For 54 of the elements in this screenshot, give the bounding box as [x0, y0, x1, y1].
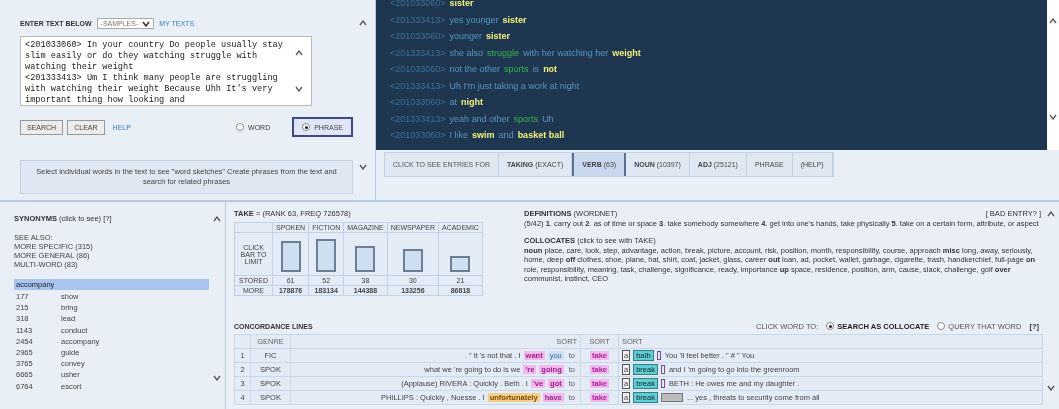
- scroll-down-icon[interactable]: [295, 86, 303, 92]
- speaker-id: <201333413>: [390, 112, 446, 126]
- text-area[interactable]: <201033060> In your country Do people usually stay slim easily or do they watching struggle with watching their weight <201333413> Um I think many people are struggling with watching their weight Because Uhh It's very important thing how looking and: [20, 36, 312, 106]
- scroll-down-icon[interactable]: [1047, 385, 1055, 391]
- speaker-id: <201333413>: [390, 13, 446, 27]
- scroll-down-icon[interactable]: [1049, 114, 1057, 120]
- utterance-text: not the other: [449, 63, 501, 76]
- frequency-bar[interactable]: [355, 246, 376, 272]
- speaker-id: <201033060>: [390, 30, 446, 43]
- utterance-text: younger: [449, 30, 483, 43]
- speaker-id: <201033060>: [390, 96, 446, 109]
- highlighted-word[interactable]: not: [543, 61, 558, 78]
- frequency-bar[interactable]: [280, 241, 301, 272]
- utterance-text: she also: [449, 46, 484, 60]
- utterance-text: Uh: [542, 112, 554, 126]
- caret-icon: [142, 20, 151, 27]
- scroll-up-icon[interactable]: [213, 216, 221, 222]
- speaker-id: <201033060>: [390, 129, 446, 142]
- utterance-text: with her watching her: [523, 46, 609, 60]
- highlighted-word[interactable]: weight: [612, 44, 641, 61]
- highlighted-word[interactable]: sister: [486, 28, 511, 45]
- highlighted-word[interactable]: sister: [502, 11, 527, 28]
- frequency-bar[interactable]: [402, 248, 423, 272]
- speaker-id: <201033060>: [390, 0, 446, 10]
- radio-button[interactable]: [937, 322, 946, 330]
- scroll-up-icon[interactable]: [359, 20, 367, 26]
- scroll-up-icon[interactable]: [295, 50, 303, 56]
- highlighted-word[interactable]: swim: [472, 127, 495, 144]
- radio-button[interactable]: [826, 322, 835, 330]
- scroll-up-icon[interactable]: [1047, 211, 1055, 217]
- speaker-id: <201333413>: [390, 79, 446, 93]
- radio-button[interactable]: [302, 123, 311, 131]
- scroll-down-icon[interactable]: [359, 164, 367, 170]
- utterance-text: at: [449, 96, 458, 109]
- highlighted-word[interactable]: sports: [504, 61, 529, 78]
- utterance-text: yes younger: [449, 13, 499, 27]
- highlighted-word[interactable]: sports: [513, 110, 539, 127]
- speaker-id: <201033060>: [390, 63, 446, 76]
- speaker-id: <201333413>: [390, 46, 446, 60]
- tag-icon: [660, 393, 683, 403]
- frequency-bar[interactable]: [450, 255, 471, 272]
- highlighted-word[interactable]: basket ball: [517, 127, 565, 144]
- radio-button[interactable]: [236, 123, 245, 131]
- highlighted-word[interactable]: night: [461, 94, 484, 111]
- scroll-down-icon[interactable]: [213, 375, 221, 381]
- utterance-text: I like: [449, 129, 469, 142]
- highlighted-word[interactable]: sister: [449, 0, 474, 12]
- utterance-text: and: [498, 129, 514, 142]
- utterance-text: is: [532, 63, 540, 76]
- utterance-text: Uh I'm just taking a work at night: [449, 79, 580, 93]
- scroll-up-icon[interactable]: [1049, 18, 1057, 24]
- highlighted-word[interactable]: struggle: [487, 44, 520, 61]
- utterance-text: yeah and other: [449, 112, 510, 126]
- frequency-bar[interactable]: [316, 238, 337, 272]
